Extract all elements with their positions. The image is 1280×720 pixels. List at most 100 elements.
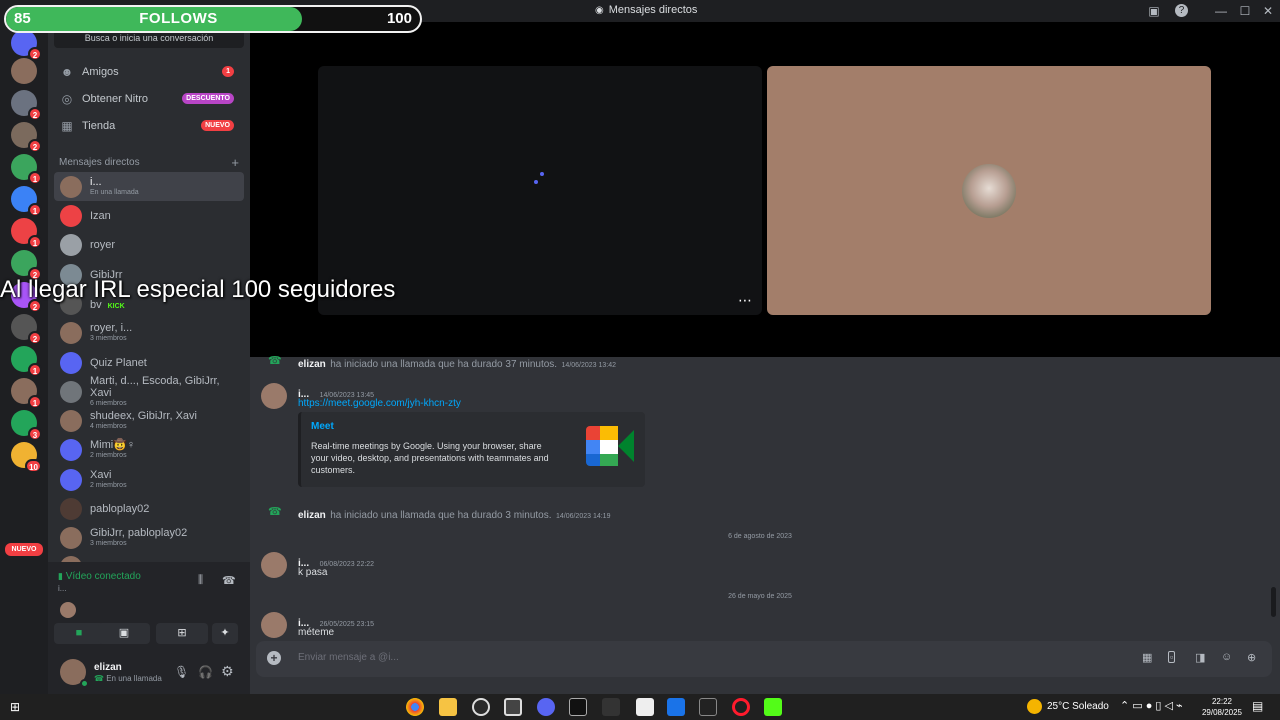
dm-text: pabloplay02 xyxy=(90,503,149,515)
voice-panel: ▮ Vídeo conectado i... ⫼ ☎ ■ ▣ ⊞ ✦ xyxy=(48,562,250,652)
clock-time: 22:22 xyxy=(1211,697,1233,706)
disconnect-icon[interactable]: ☎ xyxy=(222,574,236,587)
server-badge: 1 xyxy=(28,203,42,217)
embed-title[interactable]: Meet xyxy=(311,421,334,432)
server-icon[interactable]: 10 xyxy=(11,442,42,473)
server-icon[interactable]: 1 xyxy=(11,378,42,409)
windows-start-icon[interactable]: ⊞ xyxy=(10,700,20,714)
microphone-icon[interactable]: 🎙 xyxy=(174,665,189,679)
dm-name: royer, i... xyxy=(90,322,133,334)
server-icon[interactable]: 2 xyxy=(11,30,42,61)
dm-item[interactable]: Quiz Planet xyxy=(54,348,244,377)
server-badge: 2 xyxy=(28,139,42,153)
headphones-icon[interactable]: 🎧 xyxy=(198,665,213,679)
sidebar-item-nitro[interactable]: ◎ Obtener Nitro DESCUENTO xyxy=(54,86,244,112)
server-icon[interactable]: 2 xyxy=(11,314,42,345)
screen-share-button[interactable]: ▣ xyxy=(98,623,150,644)
server-icon[interactable]: 2 xyxy=(11,90,42,121)
participant-avatar[interactable] xyxy=(60,602,76,618)
more-options-icon[interactable]: ⋯ xyxy=(738,292,752,309)
online-status-dot xyxy=(80,679,89,688)
dm-name: Xavi xyxy=(90,469,112,481)
steam-icon[interactable] xyxy=(472,698,490,716)
notepad-icon[interactable] xyxy=(636,698,654,716)
chrome-icon[interactable] xyxy=(406,698,424,716)
server-icon[interactable] xyxy=(11,58,37,84)
clock-date: 29/08/2025 xyxy=(1201,708,1243,717)
weather-text[interactable]: 25°C Soleado xyxy=(1047,701,1109,712)
dm-text: shudeex, GibiJrr, Xavi 4 miembros xyxy=(90,410,197,431)
sticker-icon[interactable]: ◨ xyxy=(1195,651,1205,664)
message-input[interactable]: Enviar mensaje a @i... xyxy=(298,652,399,663)
server-icon[interactable]: 1 xyxy=(11,346,42,377)
tray-icons[interactable]: ⌃ ▭ ● ▯ ◁ ⌁ xyxy=(1120,699,1183,712)
loading-dot xyxy=(534,180,538,184)
gif-icon[interactable]: ▫ xyxy=(1168,651,1176,663)
call-icon: ☎ xyxy=(268,506,282,518)
dm-item[interactable]: Izan xyxy=(54,201,244,230)
emoji-icon[interactable]: ☺ xyxy=(1221,651,1232,663)
dm-item[interactable]: Xavi 2 miembros xyxy=(54,465,244,494)
server-icon[interactable]: 1 xyxy=(11,186,42,217)
avatar xyxy=(60,468,82,491)
noise-suppression-icon[interactable]: ⫼ xyxy=(198,574,203,587)
scrollbar[interactable] xyxy=(1271,587,1276,617)
meet-link[interactable]: https://meet.google.com/jyh-khcn-zty xyxy=(298,398,461,409)
add-dm-icon[interactable]: + xyxy=(231,155,239,170)
sidebar-item-shop[interactable]: ▦ Tienda NUEVO xyxy=(54,113,244,139)
activity-button[interactable]: ⊞ xyxy=(156,623,208,644)
notification-icon[interactable]: ▤ xyxy=(1252,699,1263,713)
dm-item[interactable]: royer, i... 3 miembros xyxy=(54,318,244,347)
server-badge: 2 xyxy=(28,107,42,121)
follows-label: FOLLOWS xyxy=(139,10,218,27)
dm-text: royer xyxy=(90,239,115,251)
maximize-button[interactable]: ☐ xyxy=(1237,3,1253,19)
tool-app-icon[interactable] xyxy=(602,698,620,716)
epic-games-icon[interactable] xyxy=(569,698,587,716)
dm-item[interactable]: shudeex, GibiJrr, Xavi 4 miembros xyxy=(54,406,244,435)
dm-item[interactable]: i... En una llamada xyxy=(54,172,244,201)
app-icon[interactable] xyxy=(667,698,685,716)
avatar xyxy=(60,321,82,344)
avatar[interactable] xyxy=(261,612,287,638)
app-icon[interactable] xyxy=(699,698,717,716)
avatar xyxy=(60,438,82,461)
avatar[interactable] xyxy=(261,383,287,409)
server-icon[interactable]: 2 xyxy=(11,250,42,281)
server-icon[interactable]: 1 xyxy=(11,218,42,249)
dm-item[interactable]: royer xyxy=(54,230,244,259)
shop-icon: ▦ xyxy=(61,119,73,133)
voice-channel: i... xyxy=(58,584,67,593)
apps-icon[interactable]: ⊕ xyxy=(1247,651,1256,664)
file-explorer-icon[interactable] xyxy=(439,698,457,716)
opera-icon[interactable] xyxy=(732,698,750,716)
video-tile-participant[interactable] xyxy=(767,66,1211,315)
clock[interactable]: 22:22 29/08/2025 xyxy=(1200,696,1244,718)
dm-item[interactable]: GibiJrr, pabloplay02 3 miembros xyxy=(54,523,244,552)
avatar[interactable] xyxy=(261,552,287,578)
message-input-bar: + Enviar mensaje a @i... ▦ ▫ ◨ ☺ ⊕ xyxy=(256,641,1272,677)
minimize-button[interactable]: — xyxy=(1213,3,1229,19)
dm-text: Mimi🤠♀ 2 miembros xyxy=(90,439,135,460)
dm-item[interactable]: Mimi🤠♀ 2 miembros xyxy=(54,435,244,464)
gift-icon[interactable]: ▦ xyxy=(1142,651,1152,664)
discord-icon[interactable] xyxy=(537,698,555,716)
help-icon[interactable]: ? xyxy=(1175,4,1188,17)
gear-icon[interactable]: ⚙ xyxy=(221,663,234,680)
dm-name: shudeex, GibiJrr, Xavi xyxy=(90,410,197,422)
server-icon[interactable]: 1 xyxy=(11,154,42,185)
message-text: k pasa xyxy=(298,567,328,578)
server-icon[interactable]: 2 xyxy=(11,122,42,153)
dm-item[interactable]: pabloplay02 xyxy=(54,494,244,523)
avatar xyxy=(60,351,82,374)
camera-button[interactable]: ■ xyxy=(54,623,104,644)
add-attachment-icon[interactable]: + xyxy=(267,651,281,665)
sidebar-item-friends[interactable]: ☻ Amigos 1 xyxy=(54,59,244,85)
kick-icon[interactable] xyxy=(764,698,782,716)
server-icon[interactable]: 3 xyxy=(11,410,42,441)
monitor-app-icon[interactable] xyxy=(504,698,522,716)
soundboard-button[interactable]: ✦ xyxy=(212,623,238,644)
dm-item[interactable]: Marti, d..., Escoda, GibiJrr, Xavi 6 miem… xyxy=(54,375,244,407)
inbox-icon[interactable]: ▣ xyxy=(1146,3,1162,19)
close-button[interactable]: ✕ xyxy=(1260,3,1276,19)
